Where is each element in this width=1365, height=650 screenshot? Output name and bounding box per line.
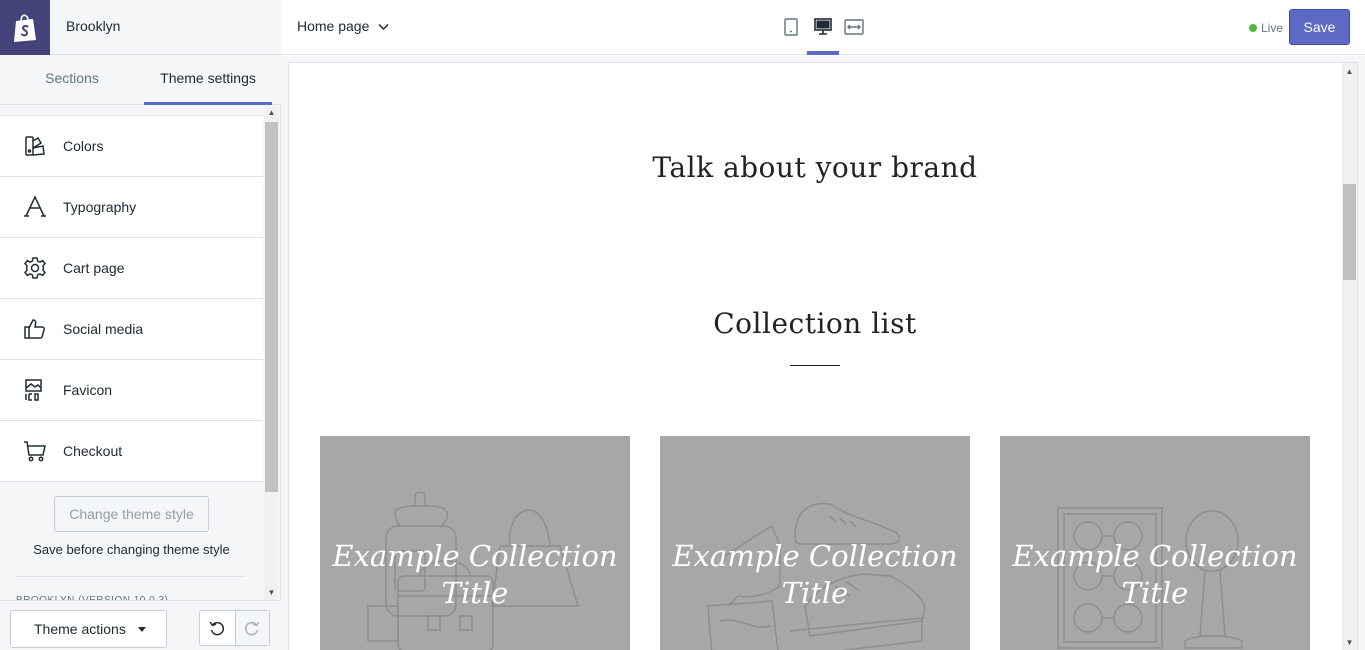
save-before-change-note: Save before changing theme style <box>33 542 230 557</box>
settings-item-cart-page[interactable]: Cart page <box>0 238 263 299</box>
favicon-icon <box>25 379 42 401</box>
undo-redo-group <box>199 610 270 646</box>
collection-title: Example Collection Title <box>672 539 958 610</box>
chevron-down-icon <box>378 24 389 31</box>
scroll-up-arrow-icon[interactable]: ▲ <box>1342 65 1357 79</box>
settings-item-checkout[interactable]: Checkout <box>0 421 263 482</box>
preview-scroll-thumb[interactable] <box>1343 184 1356 280</box>
storefront-preview[interactable]: Talk about your brand Collection list Ex… <box>289 63 1357 650</box>
settings-item-label: Cart page <box>63 260 125 276</box>
theme-settings-list: Colors Typography Cart page Social media <box>0 115 263 482</box>
page-selector[interactable]: Home page <box>297 18 389 34</box>
fullscreen-icon[interactable] <box>843 16 865 38</box>
change-theme-style-button[interactable]: Change theme style <box>54 496 209 532</box>
scroll-down-arrow-icon[interactable]: ▼ <box>264 586 279 600</box>
preview-scrollbar[interactable]: ▲ ▼ <box>1342 63 1357 650</box>
gear-icon <box>24 257 46 279</box>
theme-actions-button[interactable]: Theme actions <box>10 610 167 648</box>
desktop-icon[interactable] <box>812 16 834 38</box>
theme-actions-label: Theme actions <box>34 621 126 637</box>
editor-topbar: Home page Live Save <box>281 0 1365 55</box>
live-dot-icon <box>1249 24 1257 32</box>
typography-icon <box>24 195 46 217</box>
live-label: Live <box>1261 21 1284 35</box>
store-header: Brooklyn <box>0 0 281 55</box>
theme-editor-sidebar: Brooklyn Sections Theme settings Colors … <box>0 0 281 650</box>
collection-title: Example Collection Title <box>1012 539 1298 610</box>
settings-item-label: Typography <box>63 199 137 215</box>
settings-item-label: Colors <box>63 138 104 154</box>
collection-card[interactable]: Example Collection Title <box>660 436 970 650</box>
divider <box>16 576 246 577</box>
sidebar-scrollbar[interactable]: ▲ ▼ <box>264 106 279 600</box>
tab-theme-settings[interactable]: Theme settings <box>144 55 272 105</box>
settings-item-typography[interactable]: Typography <box>0 177 263 238</box>
caret-down-icon <box>138 627 146 632</box>
settings-item-favicon[interactable]: Favicon <box>0 360 263 421</box>
thumbs-up-icon <box>24 319 45 339</box>
sidebar-footer: Theme actions <box>0 600 281 650</box>
redo-icon <box>245 621 260 636</box>
sidebar-scroll-thumb[interactable] <box>265 122 278 492</box>
settings-item-label: Favicon <box>63 382 113 398</box>
preview-area: Talk about your brand Collection list Ex… <box>281 56 1365 650</box>
colors-icon <box>25 136 45 156</box>
mobile-icon[interactable] <box>780 16 802 38</box>
collection-title: Example Collection Title <box>332 539 618 610</box>
cart-icon <box>24 441 46 462</box>
collection-card[interactable]: Example Collection Title <box>320 436 630 650</box>
store-name: Brooklyn <box>66 18 121 34</box>
settings-item-colors[interactable]: Colors <box>0 116 263 177</box>
settings-item-social-media[interactable]: Social media <box>0 299 263 360</box>
scroll-down-arrow-icon[interactable]: ▼ <box>1342 636 1357 650</box>
page-selector-label: Home page <box>297 18 370 34</box>
settings-item-label: Social media <box>63 321 144 337</box>
shopify-bag-icon[interactable] <box>0 0 50 55</box>
live-status: Live <box>1249 21 1283 35</box>
collection-list-heading[interactable]: Collection list <box>289 307 1341 340</box>
undo-button[interactable] <box>200 611 235 645</box>
save-button[interactable]: Save <box>1289 9 1350 45</box>
sidebar-tabs: Sections Theme settings <box>0 55 281 105</box>
brand-heading[interactable]: Talk about your brand <box>289 151 1341 184</box>
redo-button[interactable] <box>234 611 269 645</box>
heading-divider <box>790 365 840 366</box>
active-device-indicator <box>807 51 839 55</box>
scroll-up-arrow-icon[interactable]: ▲ <box>264 106 279 120</box>
tab-sections[interactable]: Sections <box>0 55 144 105</box>
collection-card[interactable]: Example Collection Title <box>1000 436 1310 650</box>
undo-icon <box>209 621 225 636</box>
settings-item-label: Checkout <box>63 443 123 459</box>
